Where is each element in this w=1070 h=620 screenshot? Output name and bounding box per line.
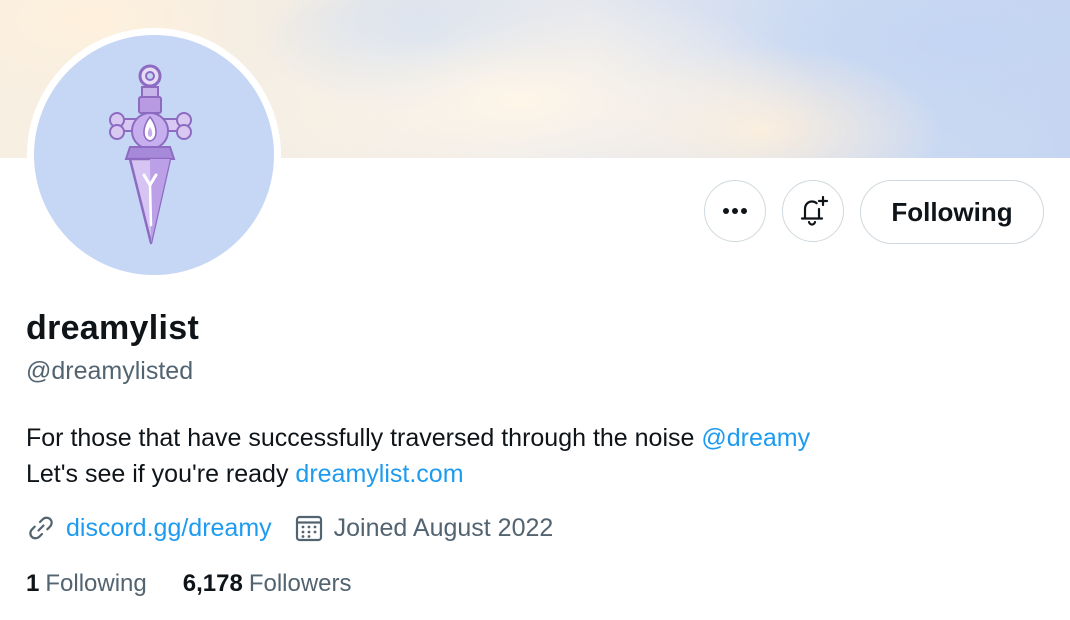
more-icon bbox=[723, 208, 747, 214]
website-link[interactable]: discord.gg/dreamy bbox=[66, 514, 272, 543]
link-icon bbox=[29, 516, 53, 540]
following-count: 1 bbox=[26, 570, 40, 597]
profile-bio: For those that have successfully travers… bbox=[26, 420, 810, 492]
bio-text-2: Let's see if you're ready bbox=[26, 460, 296, 488]
bio-mention-link[interactable]: @dreamy bbox=[701, 424, 810, 452]
more-options-button[interactable] bbox=[704, 180, 766, 242]
bell-plus-icon bbox=[800, 195, 829, 226]
joined-date: Joined August 2022 bbox=[333, 513, 554, 542]
bio-line-2: Let's see if you're ready dreamylist.com bbox=[26, 456, 810, 492]
following-button[interactable]: Following bbox=[860, 180, 1044, 244]
follow-stats: 1 Following 6,178 Followers bbox=[26, 570, 352, 598]
followers-count: 6,178 bbox=[182, 570, 243, 597]
sword-icon bbox=[109, 64, 192, 245]
following-label: Following bbox=[45, 570, 147, 597]
bio-line-1: For those that have successfully travers… bbox=[26, 420, 810, 456]
display-name: dreamylist bbox=[26, 309, 200, 347]
followers-stat[interactable]: 6,178 Followers bbox=[183, 570, 352, 598]
calendar-icon bbox=[295, 515, 322, 542]
joined-item: Joined August 2022 bbox=[294, 513, 554, 543]
avatar[interactable] bbox=[34, 35, 274, 275]
following-stat[interactable]: 1 Following bbox=[26, 570, 147, 598]
followers-label: Followers bbox=[248, 570, 352, 597]
website-item: discord.gg/dreamy bbox=[26, 513, 272, 543]
bio-website-link[interactable]: dreamylist.com bbox=[295, 460, 463, 488]
profile-meta: discord.gg/dreamy Joined August 2022 bbox=[26, 513, 553, 543]
notifications-button[interactable] bbox=[782, 180, 844, 242]
bio-text-1: For those that have successfully travers… bbox=[26, 424, 702, 452]
user-handle: @dreamylisted bbox=[26, 357, 194, 385]
